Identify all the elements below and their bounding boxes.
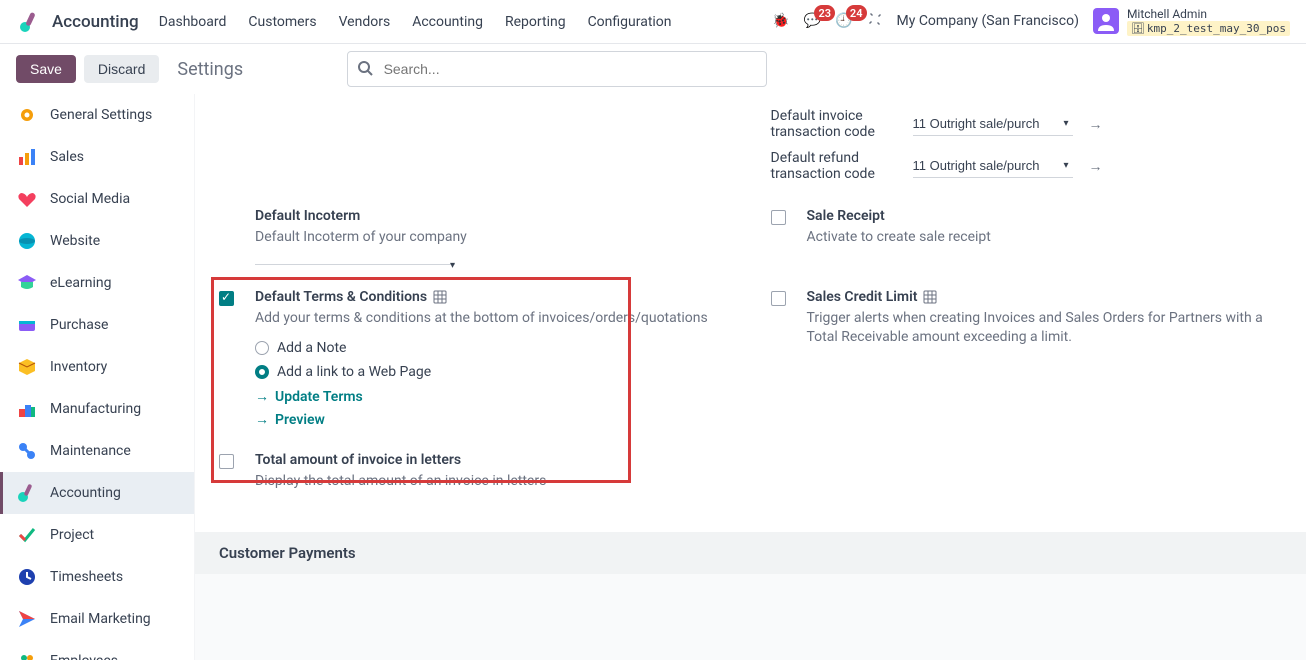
company-switcher[interactable]: My Company (San Francisco) [897, 13, 1079, 29]
caret-icon: ▾ [1063, 160, 1068, 171]
sidebar-item-elearning[interactable]: eLearning [0, 262, 194, 304]
refund-code-label: Default refund transaction code [771, 150, 901, 182]
incoterm-select[interactable]: ▾ [255, 256, 455, 265]
messages-badge: 23 [814, 5, 835, 21]
sidebar-item-social[interactable]: Social Media [0, 178, 194, 220]
arrow-icon: → [255, 388, 269, 405]
preview-link[interactable]: →Preview [255, 411, 731, 428]
sidebar-item-purchase[interactable]: Purchase [0, 304, 194, 346]
globe-icon [16, 230, 38, 252]
discard-button[interactable]: Discard [84, 55, 159, 83]
sidebar-item-sales[interactable]: Sales [0, 136, 194, 178]
nav-configuration[interactable]: Configuration [588, 14, 672, 30]
nav-vendors[interactable]: Vendors [339, 14, 391, 30]
messages-icon[interactable]: 💬23 [804, 13, 821, 29]
topbar-right: 🐞 💬23 🕘24 My Company (San Francisco) Mit… [772, 7, 1290, 37]
sidebar-item-accounting[interactable]: Accounting [0, 472, 194, 514]
sidebar-item-manufacturing[interactable]: Manufacturing [0, 388, 194, 430]
heart-icon [16, 188, 38, 210]
debug-icon[interactable]: 🐞 [772, 13, 789, 29]
user-info: Mitchell Admin 🗄kmp_2_test_may_30_pos [1127, 7, 1290, 37]
app-logo[interactable] [16, 8, 44, 36]
page-title: Settings [177, 59, 243, 80]
credit-limit-checkbox[interactable] [771, 291, 786, 306]
arrow-icon: → [255, 411, 269, 428]
sidebar-item-timesheets[interactable]: Timesheets [0, 556, 194, 598]
incoterm-title: Default Incoterm [255, 208, 731, 224]
app-title[interactable]: Accounting [52, 12, 139, 32]
people-icon [16, 650, 38, 660]
invoice-code-label: Default invoice transaction code [771, 108, 901, 140]
tools-icon [16, 440, 38, 462]
cap-icon [16, 272, 38, 294]
sidebar-item-email[interactable]: Email Marketing [0, 598, 194, 640]
invoice-code-input[interactable] [913, 112, 1073, 136]
settings-sidebar[interactable]: General Settings Sales Social Media Webs… [0, 94, 195, 660]
receipt-desc: Activate to create sale receipt [807, 228, 1283, 248]
gear-icon [16, 104, 38, 126]
letters-checkbox[interactable] [219, 454, 234, 469]
wrench-icon [16, 398, 38, 420]
nav-accounting[interactable]: Accounting [412, 14, 483, 30]
activities-icon[interactable]: 🕘24 [835, 13, 852, 29]
refund-code-input[interactable] [913, 154, 1073, 178]
clock-icon [16, 566, 38, 588]
terms-radio-note[interactable]: Add a Note [255, 340, 731, 356]
search-icon [357, 60, 373, 80]
activities-badge: 24 [846, 5, 867, 21]
enterprise-icon [433, 290, 447, 304]
search-wrap [347, 51, 767, 87]
accounting-icon [16, 482, 38, 504]
action-bar: Save Discard Settings [0, 44, 1306, 94]
box-icon [16, 356, 38, 378]
credit-title: Sales Credit Limit [807, 289, 1283, 305]
sidebar-item-maintenance[interactable]: Maintenance [0, 430, 194, 472]
terms-checkbox[interactable] [219, 291, 234, 306]
update-terms-link[interactable]: →Update Terms [255, 388, 731, 405]
tag-icon [16, 314, 38, 336]
radio-icon [255, 365, 269, 379]
nav-dashboard[interactable]: Dashboard [159, 14, 227, 30]
incoterm-desc: Default Incoterm of your company [255, 228, 731, 248]
user-menu[interactable]: Mitchell Admin 🗄kmp_2_test_may_30_pos [1093, 7, 1290, 37]
enterprise-icon [923, 290, 937, 304]
send-icon [16, 608, 38, 630]
sidebar-item-website[interactable]: Website [0, 220, 194, 262]
user-name: Mitchell Admin [1127, 7, 1290, 21]
radio-icon [255, 341, 269, 355]
sidebar-item-project[interactable]: Project [0, 514, 194, 556]
receipt-title: Sale Receipt [807, 208, 1283, 224]
search-input[interactable] [347, 51, 767, 87]
terms-desc: Add your terms & conditions at the botto… [255, 309, 731, 329]
chart-icon [16, 146, 38, 168]
caret-icon: ▾ [1063, 118, 1068, 129]
refund-code-link[interactable]: → [1089, 158, 1103, 175]
check-icon [16, 524, 38, 546]
db-name: 🗄kmp_2_test_may_30_pos [1127, 21, 1290, 36]
sidebar-item-employees[interactable]: Employees [0, 640, 194, 660]
credit-desc: Trigger alerts when creating Invoices an… [807, 309, 1283, 348]
top-bar: Accounting Dashboard Customers Vendors A… [0, 0, 1306, 44]
sale-receipt-checkbox[interactable] [771, 210, 786, 225]
invoice-code-link[interactable]: → [1089, 116, 1103, 133]
avatar [1093, 8, 1119, 34]
top-nav: Dashboard Customers Vendors Accounting R… [159, 14, 672, 30]
letters-title: Total amount of invoice in letters [255, 452, 731, 468]
terms-title: Default Terms & Conditions [255, 289, 731, 305]
settings-content[interactable]: Default invoice transaction code ▾ → Def… [195, 94, 1306, 660]
tools-icon[interactable] [867, 11, 883, 31]
caret-icon: ▾ [450, 260, 455, 271]
nav-customers[interactable]: Customers [248, 14, 316, 30]
save-button[interactable]: Save [16, 55, 76, 83]
section-customer-payments: Customer Payments [195, 532, 1306, 574]
sidebar-item-general[interactable]: General Settings [0, 94, 194, 136]
sidebar-item-inventory[interactable]: Inventory [0, 346, 194, 388]
letters-desc: Display the total amount of an invoice i… [255, 472, 731, 492]
nav-reporting[interactable]: Reporting [505, 14, 566, 30]
terms-radio-link[interactable]: Add a link to a Web Page [255, 364, 731, 380]
